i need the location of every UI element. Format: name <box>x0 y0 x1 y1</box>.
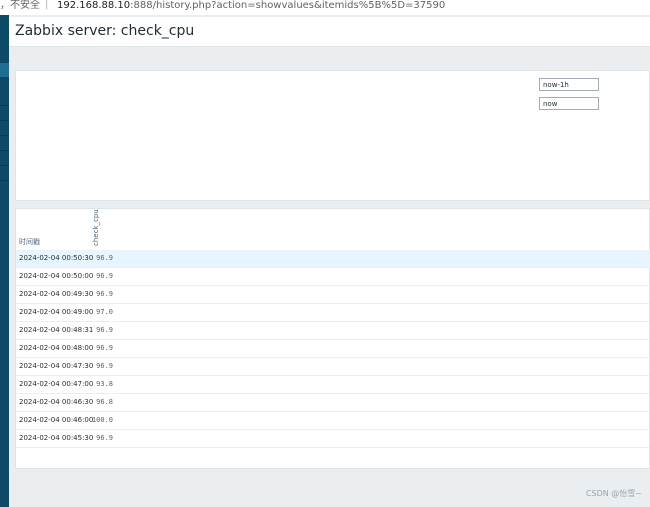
row-timestamp: 2024-02-04 00:47:30 <box>19 362 94 370</box>
row-timestamp: 2024-02-04 00:49:00 <box>19 308 94 316</box>
url-host: 192.168.88.10 <box>57 0 131 11</box>
row-value: 96.9 <box>96 362 113 370</box>
table-row: 2024-02-04 00:49:30 96.9 <box>16 286 650 304</box>
history-table: 时间戳 check_cpu 2024-02-04 00:50:30 96.9 202… <box>15 208 650 469</box>
row-value: 96.9 <box>96 344 113 352</box>
table-row: 2024-02-04 00:45:30 96.9 <box>16 430 650 448</box>
row-value: 96.9 <box>96 326 113 334</box>
watermark: CSDN @怡雪~ <box>585 489 642 498</box>
filter-to-input[interactable] <box>539 97 599 110</box>
row-value: 96.9 <box>96 434 113 442</box>
table-row: 2024-02-04 00:48:31 96.9 <box>16 322 650 340</box>
table-row: 2024-02-04 00:50:30 96.9 <box>16 250 650 268</box>
row-timestamp: 2024-02-04 00:50:00 <box>19 272 94 280</box>
row-value: 96.9 <box>96 254 113 262</box>
row-timestamp: 2024-02-04 00:49:30 <box>19 290 94 298</box>
sidebar-divider <box>0 165 9 166</box>
table-header: 时间戳 check_cpu <box>16 209 650 251</box>
page-header: Zabbix server: check_cpu <box>9 17 650 47</box>
filter-from-row: 自从 <box>539 78 649 91</box>
url-path: :888/history.php?action=showvalues&itemi… <box>130 0 446 11</box>
browser-url-bar[interactable]: ，不安全 | 192.168.88.10:888/history.php?act… <box>0 0 650 15</box>
row-timestamp: 2024-02-04 00:48:31 <box>19 326 94 334</box>
sidebar-divider <box>0 105 9 106</box>
row-timestamp: 2024-02-04 00:50:30 <box>19 254 94 262</box>
row-value: 96.8 <box>96 398 113 406</box>
column-header-timestamp[interactable]: 时间戳 <box>19 237 40 247</box>
table-row: 2024-02-04 00:49:00 97.0 <box>16 304 650 322</box>
row-timestamp: 2024-02-04 00:46:30 <box>19 398 94 406</box>
sidebar-divider <box>0 150 9 151</box>
row-value: 96.9 <box>96 272 113 280</box>
table-row: 2024-02-04 00:47:30 96.9 <box>16 358 650 376</box>
sidebar-divider <box>0 180 9 181</box>
filter-panel: 自从 到 <box>15 70 650 201</box>
filter-to-row: 到 <box>539 97 649 110</box>
sidebar[interactable] <box>0 15 9 507</box>
url-separator: | <box>45 0 49 10</box>
column-header-check-cpu[interactable]: check_cpu <box>92 209 100 246</box>
row-value: 93.8 <box>96 380 113 388</box>
row-timestamp: 2024-02-04 00:47:00 <box>19 380 94 388</box>
row-timestamp: 2024-02-04 00:45:30 <box>19 434 94 442</box>
filter-from-input[interactable] <box>539 78 599 91</box>
insecure-warning[interactable]: ，不安全 <box>0 0 40 12</box>
table-row: 2024-02-04 00:47:00 93.8 <box>16 376 650 394</box>
table-row: 2024-02-04 00:46:00 100.0 <box>16 412 650 430</box>
address-url[interactable]: 192.168.88.10:888/history.php?action=sho… <box>57 0 445 12</box>
table-row: 2024-02-04 00:50:00 96.9 <box>16 268 650 286</box>
row-timestamp: 2024-02-04 00:46:00 <box>19 416 94 424</box>
row-timestamp: 2024-02-04 00:48:00 <box>19 344 94 352</box>
row-value: 96.9 <box>96 290 113 298</box>
table-row: 2024-02-04 00:46:30 96.8 <box>16 394 650 412</box>
sidebar-divider <box>0 120 9 121</box>
sidebar-toggle[interactable] <box>0 63 9 77</box>
row-value: 97.0 <box>96 308 113 316</box>
row-value: 100.0 <box>91 416 113 424</box>
sidebar-divider <box>0 135 9 136</box>
page-title: Zabbix server: check_cpu <box>15 23 195 39</box>
table-row: 2024-02-04 00:48:00 96.9 <box>16 340 650 358</box>
